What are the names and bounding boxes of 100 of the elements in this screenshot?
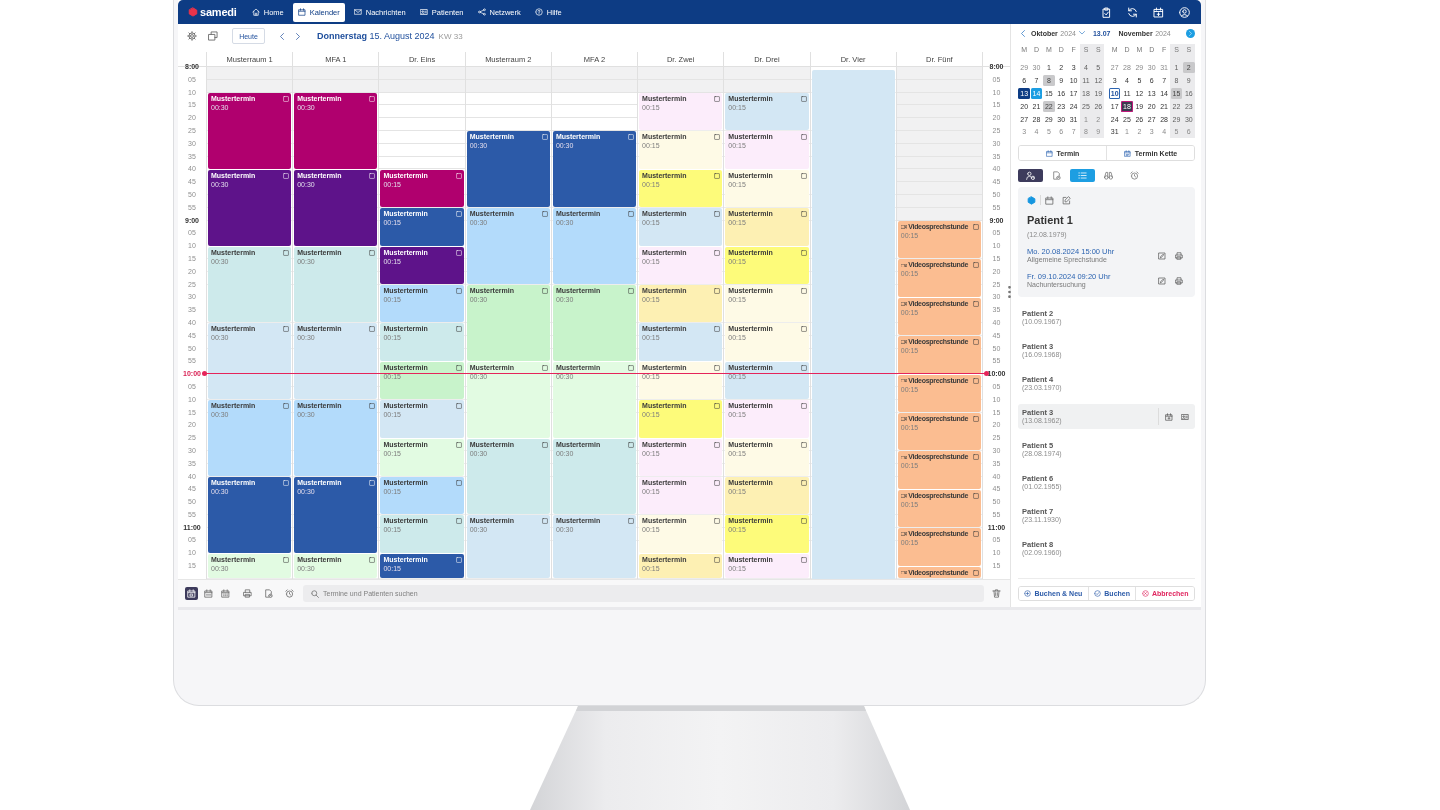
- id-card-icon[interactable]: [1181, 412, 1189, 421]
- video-camera-icon: [900, 570, 907, 575]
- square-outline-icon: [714, 172, 721, 179]
- edit-icon[interactable]: [1158, 276, 1166, 285]
- square-outline-icon: [628, 134, 635, 141]
- help-icon: [534, 8, 543, 16]
- trash-icon[interactable]: [992, 589, 1001, 598]
- settings-icon[interactable]: [187, 31, 197, 41]
- square-outline-icon: [628, 364, 635, 371]
- printer-icon[interactable]: [1175, 276, 1183, 285]
- date-title: Donnerstag 15. August 2024: [317, 31, 435, 41]
- square-outline-icon: [714, 134, 721, 141]
- square-outline-icon: [800, 364, 807, 371]
- square-outline-icon: [369, 249, 376, 256]
- square-outline-icon: [283, 326, 290, 333]
- square-outline-icon: [455, 518, 462, 525]
- square-outline-icon: [369, 326, 376, 333]
- calendar-icon: [1045, 149, 1053, 157]
- chevron-left-icon[interactable]: [1021, 29, 1025, 37]
- calendar-icon[interactable]: [1045, 195, 1054, 205]
- video-camera-icon: [900, 378, 907, 383]
- square-outline-icon: [455, 556, 462, 563]
- square-outline-icon: [800, 556, 807, 563]
- calendar-week-icon: [204, 589, 213, 598]
- square-outline-icon: [283, 556, 290, 563]
- square-outline-icon: [800, 288, 807, 295]
- chevron-right-icon[interactable]: [296, 32, 300, 40]
- printer-icon[interactable]: [243, 589, 252, 598]
- square-outline-icon: [541, 288, 548, 295]
- square-outline-icon: [972, 416, 979, 422]
- square-outline-icon: [628, 211, 635, 218]
- edit-icon[interactable]: [1062, 195, 1071, 205]
- square-outline-icon: [972, 492, 979, 499]
- square-outline-icon: [800, 480, 807, 486]
- square-outline-icon: [369, 480, 376, 487]
- square-outline-icon: [628, 288, 635, 295]
- square-outline-icon: [283, 403, 290, 410]
- alarm-clock-icon[interactable]: [285, 589, 294, 598]
- square-outline-icon: [972, 531, 979, 538]
- square-outline-icon: [714, 556, 721, 563]
- plus-circle-icon: [1024, 589, 1032, 597]
- alarm-clock-icon: [1130, 171, 1139, 181]
- caret-icon: [1078, 31, 1085, 35]
- square-outline-icon: [800, 326, 807, 333]
- document-clock-icon[interactable]: [264, 589, 273, 598]
- next-month-button[interactable]: [1186, 28, 1195, 38]
- week-number: KW 33: [438, 31, 463, 41]
- square-outline-icon: [972, 224, 979, 231]
- id-card-icon: [419, 8, 428, 16]
- document-clock-icon: [1052, 171, 1061, 181]
- square-outline-icon: [283, 172, 290, 179]
- video-camera-icon: [900, 263, 907, 268]
- square-outline-icon: [972, 300, 979, 307]
- square-outline-icon: [714, 518, 721, 525]
- square-outline-icon: [800, 211, 807, 218]
- day-view-button[interactable]: [185, 587, 198, 600]
- square-outline-icon: [972, 377, 979, 384]
- square-outline-icon: [628, 518, 635, 525]
- square-outline-icon: [714, 364, 721, 371]
- windows-icon[interactable]: [208, 31, 218, 41]
- hexagon-icon: [1027, 195, 1036, 205]
- square-outline-icon: [541, 134, 548, 141]
- clipboard-check-icon[interactable]: [1101, 6, 1112, 18]
- square-outline-icon: [714, 288, 721, 295]
- refresh-icon[interactable]: [1127, 6, 1138, 18]
- video-camera-icon: [900, 455, 907, 460]
- house-icon: [251, 8, 260, 16]
- square-outline-icon: [972, 339, 979, 346]
- binoculars-icon: [1104, 171, 1113, 181]
- square-outline-icon: [541, 211, 548, 218]
- square-outline-icon: [800, 441, 807, 448]
- user-account-icon[interactable]: [1179, 6, 1190, 18]
- square-outline-icon: [283, 96, 290, 103]
- square-outline-icon: [455, 441, 462, 448]
- chevron-left-icon[interactable]: [280, 32, 284, 40]
- edit-icon[interactable]: [1158, 251, 1166, 260]
- logo-text: samedi: [200, 6, 237, 18]
- square-outline-icon: [714, 441, 721, 448]
- video-camera-icon: [900, 225, 907, 229]
- calendar-month-icon: [221, 589, 230, 598]
- square-outline-icon: [455, 364, 462, 371]
- printer-icon[interactable]: [1175, 251, 1183, 260]
- video-camera-icon: [900, 302, 907, 306]
- month-view-button[interactable]: [219, 587, 232, 600]
- square-outline-icon: [714, 249, 721, 256]
- square-outline-icon: [714, 211, 721, 218]
- week-view-button[interactable]: [202, 587, 215, 600]
- calendar-icon: [297, 8, 306, 16]
- drag-handle-icon[interactable]: [1008, 286, 1011, 298]
- square-outline-icon: [714, 326, 721, 333]
- panel-tab[interactable]: [1018, 169, 1043, 183]
- calendar-plus-icon[interactable]: [1153, 6, 1164, 18]
- square-outline-icon: [972, 569, 979, 576]
- chevron-right-icon: [1189, 30, 1192, 36]
- square-outline-icon: [541, 441, 548, 448]
- video-camera-icon: [900, 494, 907, 498]
- square-outline-icon: [369, 556, 376, 563]
- square-outline-icon: [455, 288, 462, 295]
- square-outline-icon: [714, 403, 721, 410]
- square-outline-icon: [800, 518, 807, 525]
